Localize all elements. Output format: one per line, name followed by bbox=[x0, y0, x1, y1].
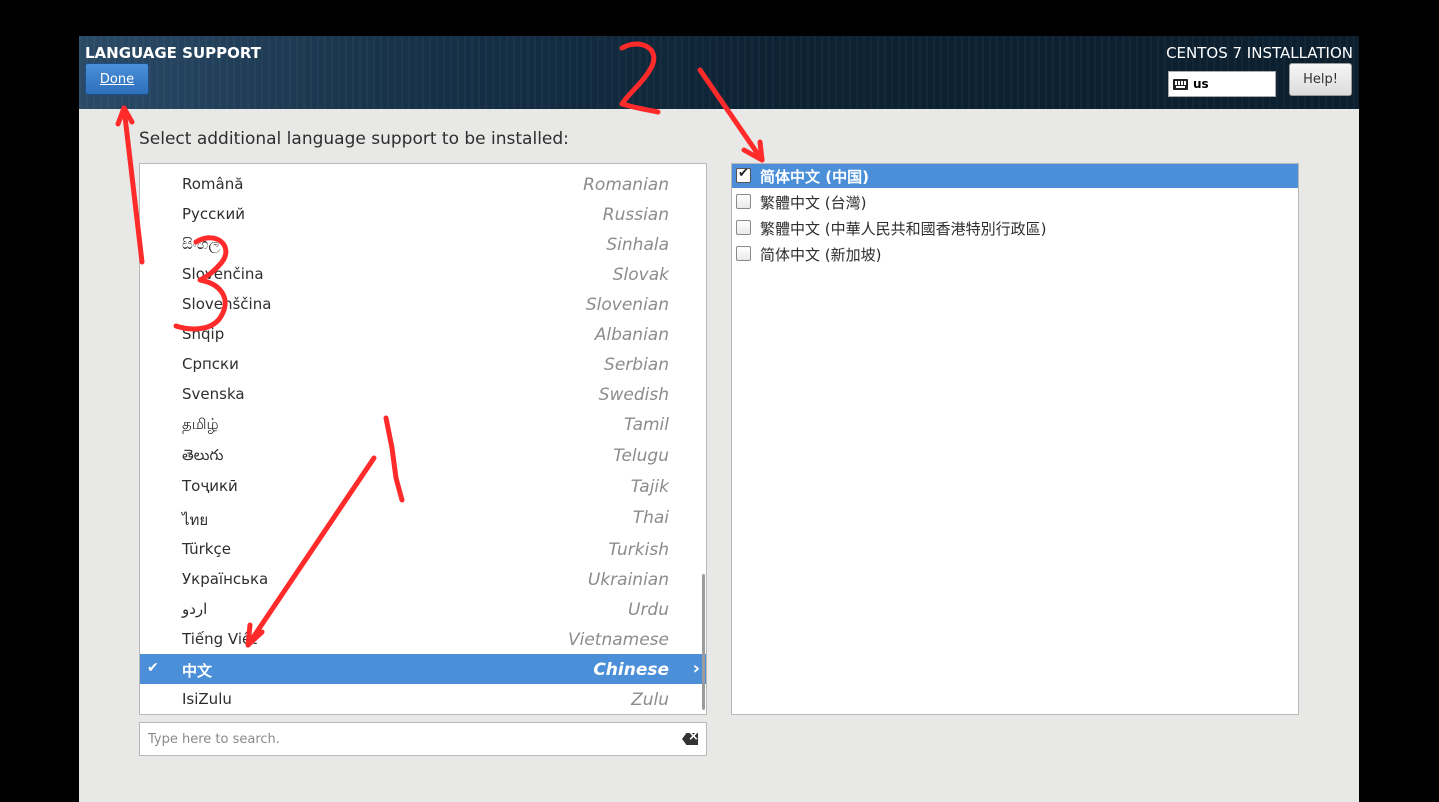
language-row[interactable]: Русский Russian bbox=[140, 199, 706, 229]
locale-label: 简体中文 (新加坡) bbox=[760, 246, 882, 264]
language-row[interactable]: Тоҷикӣ Tajik bbox=[140, 471, 706, 501]
language-english-name: Serbian bbox=[604, 355, 669, 375]
language-row[interactable]: ✔ › 中文 Chinese bbox=[140, 654, 706, 684]
language-native-name: Türkçe bbox=[182, 540, 231, 558]
language-native-name: Shqip bbox=[182, 325, 225, 343]
language-native-name: Slovenščina bbox=[182, 295, 272, 313]
language-english-name: Vietnamese bbox=[567, 630, 669, 650]
locale-row[interactable]: 简体中文 (新加坡) bbox=[732, 242, 1298, 266]
locale-label: 繁體中文 (中華人民共和國香港特別行政區) bbox=[760, 220, 1047, 238]
language-english-name: Zulu bbox=[631, 690, 669, 710]
language-native-name: اردو bbox=[182, 600, 208, 618]
locale-checkbox[interactable] bbox=[736, 194, 751, 209]
language-native-name: සිංහල bbox=[182, 235, 220, 253]
installer-window: LANGUAGE SUPPORT Done CENTOS 7 INSTALLAT… bbox=[79, 36, 1359, 802]
language-native-name: Українська bbox=[182, 570, 269, 588]
search-field[interactable]: Type here to search. bbox=[139, 722, 707, 756]
locale-list[interactable]: 简体中文 (中国) 繁體中文 (台灣) 繁體中文 (中華人民共和國香港特別行政區) 简… bbox=[731, 163, 1299, 715]
language-row[interactable]: Shqip Albanian bbox=[140, 319, 706, 349]
language-native-name: Română bbox=[182, 175, 244, 193]
keyboard-layout-label: us bbox=[1193, 77, 1209, 91]
language-english-name: Swedish bbox=[598, 385, 669, 405]
language-list-scrollbar[interactable] bbox=[702, 574, 705, 710]
search-input[interactable]: Type here to search. bbox=[148, 732, 280, 747]
language-english-name: Slovak bbox=[612, 265, 669, 285]
locale-row[interactable]: 繁體中文 (中華人民共和國香港特別行政區) bbox=[732, 216, 1298, 240]
language-english-name: Romanian bbox=[583, 175, 669, 195]
page-prompt: Select additional language support to be… bbox=[139, 129, 569, 149]
help-button[interactable]: Help! bbox=[1289, 63, 1352, 96]
header-bar: LANGUAGE SUPPORT Done CENTOS 7 INSTALLAT… bbox=[79, 36, 1359, 109]
language-row[interactable]: Slovenščina Slovenian bbox=[140, 289, 706, 319]
language-english-name: Chinese bbox=[593, 660, 669, 680]
language-row[interactable]: தமிழ் Tamil bbox=[140, 409, 706, 439]
language-english-name: Tajik bbox=[630, 477, 669, 497]
language-english-name: Urdu bbox=[628, 600, 669, 620]
language-row[interactable]: తెలుగు Telugu bbox=[140, 440, 706, 470]
language-native-name: 中文 bbox=[182, 662, 213, 680]
language-native-name: Slovenčina bbox=[182, 265, 264, 283]
language-row[interactable]: Slovenčina Slovak bbox=[140, 259, 706, 289]
language-native-name: Тоҷикӣ bbox=[182, 477, 238, 495]
language-row[interactable]: Română Romanian bbox=[140, 169, 706, 199]
selected-check-icon: ✔ bbox=[147, 660, 159, 676]
language-native-name: తెలుగు bbox=[182, 446, 224, 464]
locale-checkbox[interactable] bbox=[736, 166, 751, 183]
chevron-right-icon: › bbox=[692, 658, 700, 679]
language-row[interactable]: Српски Serbian bbox=[140, 349, 706, 379]
language-english-name: Albanian bbox=[594, 325, 669, 345]
language-row[interactable]: Українська Ukrainian bbox=[140, 564, 706, 594]
language-native-name: IsiZulu bbox=[182, 690, 232, 708]
language-row[interactable]: Tiếng Việt Vietnamese bbox=[140, 624, 706, 654]
language-native-name: Tiếng Việt bbox=[182, 630, 258, 648]
done-button[interactable]: Done bbox=[85, 63, 149, 95]
clear-search-icon[interactable] bbox=[682, 733, 698, 745]
language-native-name: Русский bbox=[182, 205, 245, 223]
keyboard-icon bbox=[1173, 78, 1188, 90]
language-english-name: Slovenian bbox=[585, 295, 669, 315]
spoke-title: LANGUAGE SUPPORT bbox=[85, 44, 261, 62]
language-native-name: ไทย bbox=[182, 511, 209, 529]
locale-row[interactable]: 简体中文 (中国) bbox=[732, 164, 1298, 188]
language-row[interactable]: සිංහල Sinhala bbox=[140, 229, 706, 259]
language-native-name: Svenska bbox=[182, 385, 245, 403]
language-english-name: Turkish bbox=[608, 540, 669, 560]
keyboard-layout-indicator[interactable]: us bbox=[1168, 71, 1276, 97]
language-row[interactable]: Svenska Swedish bbox=[140, 379, 706, 409]
language-english-name: Ukrainian bbox=[587, 570, 669, 590]
locale-checkbox[interactable] bbox=[736, 220, 751, 235]
language-native-name: Српски bbox=[182, 355, 239, 373]
language-row[interactable]: اردو Urdu bbox=[140, 594, 706, 624]
locale-label: 简体中文 (中国) bbox=[760, 168, 869, 186]
locale-checkbox[interactable] bbox=[736, 246, 751, 261]
installation-title: CENTOS 7 INSTALLATION bbox=[1166, 44, 1353, 62]
locale-row[interactable]: 繁體中文 (台灣) bbox=[732, 190, 1298, 214]
language-native-name: தமிழ் bbox=[182, 415, 219, 433]
language-row[interactable]: ไทย Thai bbox=[140, 502, 706, 532]
language-english-name: Telugu bbox=[613, 446, 669, 466]
language-english-name: Sinhala bbox=[606, 235, 669, 255]
language-english-name: Russian bbox=[602, 205, 669, 225]
language-row[interactable]: IsiZulu Zulu bbox=[140, 684, 706, 714]
language-english-name: Tamil bbox=[623, 415, 669, 435]
locale-label: 繁體中文 (台灣) bbox=[760, 194, 867, 212]
language-row[interactable]: Türkçe Turkish bbox=[140, 534, 706, 564]
language-english-name: Thai bbox=[632, 508, 669, 528]
language-list[interactable]: ˇ Română Romanian Русский Russian සිංහල Sinha… bbox=[139, 163, 707, 715]
